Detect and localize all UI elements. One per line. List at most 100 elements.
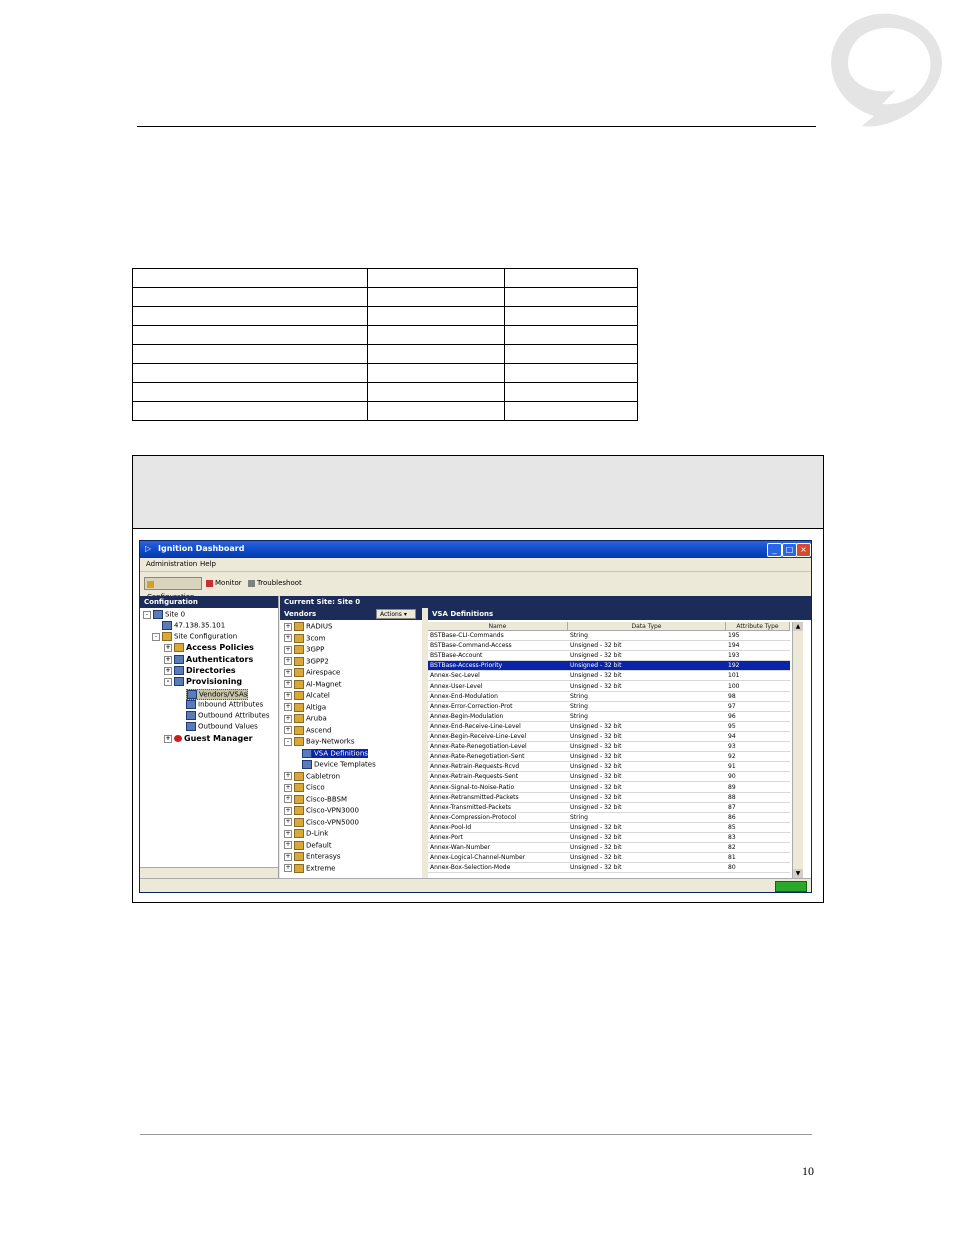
tree-item-access-policies[interactable]: + Access Policies	[164, 643, 254, 652]
expand-icon[interactable]: +	[164, 643, 172, 652]
tree-item-vendors-vsas[interactable]: Vendors/VSAs	[186, 689, 249, 700]
expand-icon[interactable]: +	[284, 668, 292, 677]
vendor-item[interactable]: Device Templates	[302, 760, 376, 769]
tree-item-outbound-values[interactable]: Outbound Values	[186, 722, 258, 731]
monitor-button[interactable]: Monitor	[204, 577, 244, 590]
tree-item-guest-manager[interactable]: + Guest Manager	[164, 734, 253, 743]
vendor-item[interactable]: + RADIUS	[284, 622, 332, 631]
expand-icon[interactable]: +	[284, 864, 292, 872]
vendor-item[interactable]: - Bay-Networks	[284, 737, 355, 746]
vendor-item[interactable]: + Alcatel	[284, 691, 330, 700]
expand-icon[interactable]: +	[284, 726, 292, 734]
expand-icon[interactable]: +	[284, 852, 292, 861]
tree-item-inbound-attributes[interactable]: Inbound Attributes	[186, 700, 263, 709]
table-row[interactable]: Annex-Pool-Id Unsigned - 32 bit 85	[428, 823, 790, 833]
expand-icon[interactable]: +	[284, 806, 292, 815]
expand-icon[interactable]: +	[284, 818, 292, 826]
scroll-up-icon[interactable]: ▲	[793, 622, 803, 631]
collapse-icon[interactable]: -	[152, 632, 160, 641]
vendor-item[interactable]: + Al-Magnet	[284, 679, 342, 689]
vendor-item[interactable]: VSA Definitions	[302, 748, 368, 758]
menu-administration[interactable]: Administration	[146, 560, 197, 568]
expand-icon[interactable]: +	[284, 795, 292, 803]
scroll-down-icon[interactable]: ▼	[793, 869, 803, 878]
expand-icon[interactable]: +	[284, 772, 292, 780]
table-row[interactable]: Annex-Begin-Modulation String 96	[428, 712, 790, 722]
vendor-item[interactable]: +3GPP2	[284, 656, 329, 666]
vertical-scrollbar[interactable]: ▲ ▼	[792, 622, 803, 878]
tree-item-provisioning[interactable]: - Provisioning	[164, 677, 242, 686]
close-button[interactable]: ×	[796, 543, 811, 557]
column-header-name[interactable]: Name	[428, 622, 568, 631]
table-row[interactable]: Annex-Compression-Protocol String 86	[428, 813, 790, 823]
expand-icon[interactable]: +	[284, 714, 292, 723]
vendor-item[interactable]: + Airespace	[284, 668, 340, 677]
expand-icon[interactable]: +	[164, 734, 172, 743]
vendor-item[interactable]: +3com	[284, 633, 325, 643]
maximize-button[interactable]: □	[782, 543, 797, 557]
vendor-item[interactable]: + Default	[284, 840, 332, 850]
expand-icon[interactable]: +	[284, 829, 292, 838]
table-row[interactable]: Annex-User-Level Unsigned - 32 bit 100	[428, 682, 790, 692]
table-row[interactable]: Annex-End-Receive-Line-Level Unsigned - 3…	[428, 722, 790, 732]
vendor-item[interactable]: + Aruba	[284, 714, 327, 723]
menu-help[interactable]: Help	[200, 560, 216, 568]
expand-icon[interactable]: +	[284, 841, 292, 849]
vendor-item[interactable]: + D-Link	[284, 829, 328, 838]
vendor-item[interactable]: + Cabletron	[284, 771, 340, 781]
tree-item-outbound-attributes[interactable]: Outbound Attributes	[186, 711, 270, 720]
expand-icon[interactable]: +	[284, 680, 292, 688]
table-row[interactable]: Annex-Wan-Number Unsigned - 32 bit 82	[428, 843, 790, 854]
expand-icon[interactable]: +	[284, 657, 292, 665]
table-row[interactable]: Annex-Signal-to-Noise-Ratio Unsigned - 32…	[428, 783, 790, 793]
table-row[interactable]: Annex-Retransmitted-Packets Unsigned - 32…	[428, 793, 790, 803]
table-row[interactable]: Annex-Transmitted-Packets Unsigned - 32 b…	[428, 803, 790, 813]
table-row[interactable]: Annex-Error-Correction-Prot String 97	[428, 702, 790, 712]
column-header-data-type[interactable]: Data Type	[568, 622, 726, 631]
expand-icon[interactable]: +	[164, 655, 172, 664]
table-row[interactable]: Annex-End-Modulation String 98	[428, 692, 790, 702]
tree-item-directories[interactable]: + Directories	[164, 666, 236, 675]
expand-icon[interactable]: +	[284, 622, 292, 631]
minimize-button[interactable]: _	[767, 543, 782, 557]
tree-item-site[interactable]: - Site 0	[143, 610, 185, 619]
expand-icon[interactable]: +	[284, 703, 292, 711]
configuration-button[interactable]: Configuration	[144, 577, 202, 601]
table-row[interactable]: Annex-Box-Selection-Mode Unsigned - 32 bi…	[428, 863, 790, 874]
column-header-attribute-type[interactable]: Attribute Type	[726, 622, 790, 631]
vendor-item[interactable]: + Cisco-VPN3000	[284, 806, 359, 815]
collapse-icon[interactable]: -	[143, 610, 151, 619]
expand-icon[interactable]: +	[284, 783, 292, 792]
tree-item-ip[interactable]: 47.138.35.101	[162, 621, 225, 630]
collapse-icon[interactable]: -	[284, 737, 292, 746]
vendor-item[interactable]: + Ascend	[284, 725, 331, 735]
table-row[interactable]: BSTBase-Account Unsigned - 32 bit 193	[428, 651, 790, 662]
expand-icon[interactable]: +	[284, 634, 292, 642]
table-row[interactable]: Annex-Rate-Renegotiation-Sent Unsigned - …	[428, 752, 790, 763]
vendor-item[interactable]: + Cisco	[284, 783, 325, 792]
vendor-item[interactable]: + Altiga	[284, 702, 326, 712]
table-row[interactable]: Annex-Sec-Level Unsigned - 32 bit 101	[428, 671, 790, 682]
table-row[interactable]: Annex-Retrain-Requests-Rcvd Unsigned - 32…	[428, 762, 790, 773]
vendor-item[interactable]: + Extreme	[284, 863, 335, 873]
troubleshoot-button[interactable]: Troubleshoot	[246, 577, 304, 590]
expand-icon[interactable]: +	[164, 666, 172, 675]
table-row[interactable]: BSTBase-Access-Priority Unsigned - 32 bit…	[428, 661, 790, 672]
vendor-item[interactable]: + Cisco-BBSM	[284, 794, 347, 804]
table-row[interactable]: Annex-Begin-Receive-Line-Level Unsigned -…	[428, 732, 790, 742]
table-row[interactable]: Annex-Retrain-Requests-Sent Unsigned - 32…	[428, 772, 790, 783]
table-row[interactable]: BSTBase-Command-Access Unsigned - 32 bit 1…	[428, 641, 790, 652]
vendor-item[interactable]: +3GPP	[284, 645, 324, 654]
tree-item-site-configuration[interactable]: - Site Configuration	[152, 632, 237, 641]
table-row[interactable]: BSTBase-CLI-Commands String 195	[428, 631, 790, 641]
table-row[interactable]: Annex-Rate-Renegotiation-Level Unsigned -…	[428, 742, 790, 753]
tree-item-authenticators[interactable]: + Authenticators	[164, 655, 253, 664]
vendor-item[interactable]: + Cisco-VPN5000	[284, 817, 359, 827]
expand-icon[interactable]: +	[284, 645, 292, 654]
expand-icon[interactable]: +	[284, 691, 292, 700]
table-row[interactable]: Annex-Logical-Channel-Number Unsigned - 3…	[428, 853, 790, 864]
collapse-icon[interactable]: -	[164, 677, 172, 686]
actions-dropdown[interactable]: Actions ▾	[376, 609, 416, 619]
vendor-item[interactable]: + Enterasys	[284, 852, 341, 861]
table-row[interactable]: Annex-Port Unsigned - 32 bit 83	[428, 833, 790, 843]
